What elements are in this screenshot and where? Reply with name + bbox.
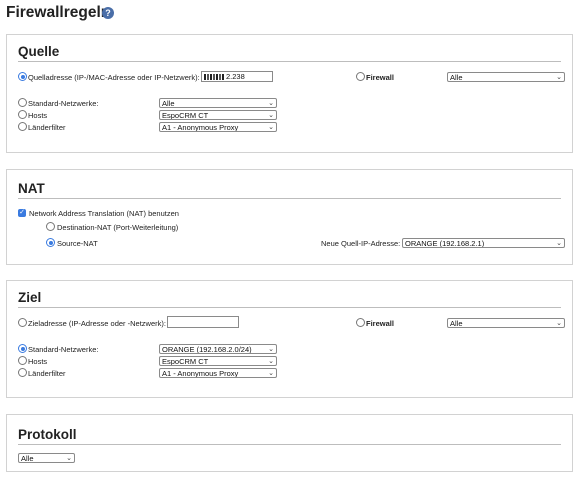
- destination-heading: Ziel: [18, 290, 42, 305]
- chevron-down-icon: ⌄: [556, 240, 562, 247]
- nat-heading: NAT: [18, 181, 45, 196]
- source-firewall-label: Firewall: [366, 73, 394, 82]
- destination-panel: Ziel Zieladresse (IP-Adresse oder -Netzw…: [6, 280, 573, 398]
- new-source-ip-select[interactable]: ORANGE (192.168.2.1) ⌄: [402, 238, 565, 248]
- destination-hosts-value: EspoCRM CT: [162, 357, 209, 366]
- destination-country-filter-label: Länderfilter: [28, 369, 66, 378]
- chevron-down-icon: ⌄: [268, 358, 274, 365]
- new-source-ip-value: ORANGE (192.168.2.1): [405, 239, 485, 248]
- source-country-filter-value: A1 - Anonymous Proxy: [162, 123, 239, 132]
- chevron-down-icon: ⌄: [268, 370, 274, 377]
- destination-address-radio[interactable]: [18, 318, 27, 327]
- source-heading: Quelle: [18, 44, 60, 59]
- page-title: Firewallregeln: [6, 4, 111, 21]
- new-source-ip-label: Neue Quell-IP-Adresse:: [321, 239, 401, 248]
- chevron-down-icon: ⌄: [268, 124, 274, 131]
- chevron-down-icon: ⌄: [66, 455, 72, 462]
- source-firewall-radio[interactable]: [356, 72, 365, 81]
- chevron-down-icon: ⌄: [268, 346, 274, 353]
- source-hosts-radio[interactable]: [18, 110, 27, 119]
- source-standard-networks-radio[interactable]: [18, 98, 27, 107]
- chevron-down-icon: ⌄: [556, 74, 562, 81]
- protocol-divider: [18, 444, 561, 445]
- destination-hosts-select[interactable]: EspoCRM CT ⌄: [159, 356, 277, 366]
- source-nat-label: Source-NAT: [57, 239, 98, 248]
- destination-standard-networks-radio[interactable]: [18, 344, 27, 353]
- destination-hosts-radio[interactable]: [18, 356, 27, 365]
- chevron-down-icon: ⌄: [268, 112, 274, 119]
- use-nat-checkbox[interactable]: ✓: [18, 209, 26, 217]
- destination-country-filter-radio[interactable]: [18, 368, 27, 377]
- destination-hosts-label: Hosts: [28, 357, 48, 366]
- source-panel: Quelle Quelladresse (IP-/MAC-Adresse ode…: [6, 34, 573, 153]
- use-nat-label: Network Address Translation (NAT) benutz…: [29, 209, 179, 218]
- destination-firewall-value: Alle: [450, 319, 463, 328]
- source-address-radio[interactable]: [18, 72, 27, 81]
- destination-nat-label: Destination-NAT (Port-Weiterleitung): [57, 223, 179, 232]
- destination-standard-networks-value: ORANGE (192.168.2.0/24): [162, 345, 252, 354]
- chevron-down-icon: ⌄: [556, 320, 562, 327]
- source-standard-networks-select[interactable]: Alle ⌄: [159, 98, 277, 108]
- chevron-down-icon: ⌄: [268, 100, 274, 107]
- source-address-value: 2.238: [226, 72, 245, 81]
- destination-country-filter-select[interactable]: A1 - Anonymous Proxy ⌄: [159, 368, 277, 378]
- destination-firewall-select[interactable]: Alle ⌄: [447, 318, 565, 328]
- destination-divider: [18, 307, 561, 308]
- destination-firewall-radio[interactable]: [356, 318, 365, 327]
- protocol-value: Alle: [21, 454, 34, 463]
- destination-address-input[interactable]: [167, 316, 239, 328]
- source-standard-networks-label: Standard-Netzwerke:: [28, 99, 99, 108]
- protocol-heading: Protokoll: [18, 427, 77, 442]
- protocol-panel: Protokoll Alle ⌄: [6, 414, 573, 472]
- source-hosts-label: Hosts: [28, 111, 48, 120]
- source-firewall-select[interactable]: Alle ⌄: [447, 72, 565, 82]
- source-country-filter-radio[interactable]: [18, 122, 27, 131]
- source-nat-radio[interactable]: [46, 238, 55, 247]
- source-address-input[interactable]: 2.238: [201, 71, 273, 82]
- help-icon[interactable]: ?: [102, 7, 114, 19]
- nat-divider: [18, 198, 561, 199]
- destination-address-label: Zieladresse (IP-Adresse oder -Netzwerk):: [28, 319, 166, 328]
- nat-panel: NAT ✓ Network Address Translation (NAT) …: [6, 169, 573, 265]
- source-hosts-select[interactable]: EspoCRM CT ⌄: [159, 110, 277, 120]
- source-address-label: Quelladresse (IP-/MAC-Adresse oder IP-Ne…: [28, 73, 200, 82]
- source-standard-networks-value: Alle: [162, 99, 175, 108]
- source-firewall-value: Alle: [450, 73, 463, 82]
- destination-standard-networks-label: Standard-Netzwerke:: [28, 345, 99, 354]
- source-divider: [18, 61, 561, 62]
- masked-ip-prefix: [204, 74, 224, 81]
- destination-standard-networks-select[interactable]: ORANGE (192.168.2.0/24) ⌄: [159, 344, 277, 354]
- destination-country-filter-value: A1 - Anonymous Proxy: [162, 369, 239, 378]
- protocol-select[interactable]: Alle ⌄: [18, 453, 75, 463]
- destination-firewall-label: Firewall: [366, 319, 394, 328]
- destination-nat-radio[interactable]: [46, 222, 55, 231]
- source-hosts-value: EspoCRM CT: [162, 111, 209, 120]
- source-country-filter-select[interactable]: A1 - Anonymous Proxy ⌄: [159, 122, 277, 132]
- source-country-filter-label: Länderfilter: [28, 123, 66, 132]
